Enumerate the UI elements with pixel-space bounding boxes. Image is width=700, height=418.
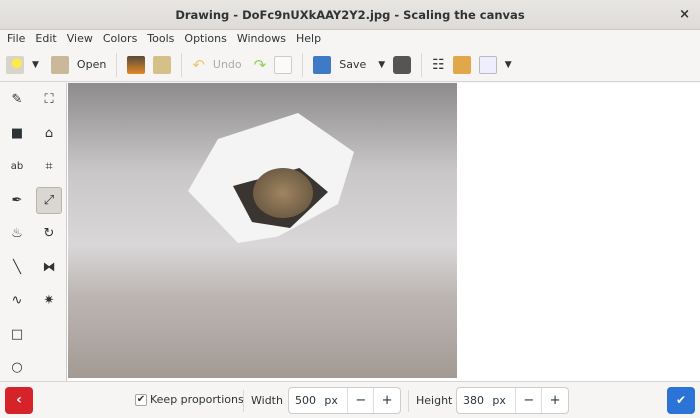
tool-circle[interactable]: ○ <box>1 351 33 385</box>
folder-icon <box>50 55 69 74</box>
toolbar: ▼ Open ↶ Undo ↷ Save ▼ ☷ ▼ <box>0 48 700 82</box>
tool-free-shape[interactable]: ⛶ <box>33 83 65 117</box>
height-decrease-button[interactable]: − <box>516 388 543 413</box>
open-button[interactable]: Open <box>45 51 112 79</box>
menu-colors[interactable]: Colors <box>98 30 142 48</box>
menu-edit[interactable]: Edit <box>30 30 61 48</box>
chevron-down-icon[interactable]: ▼ <box>378 60 385 70</box>
height-increase-button[interactable]: + <box>542 388 568 413</box>
apply-button[interactable]: ✔ <box>667 387 695 414</box>
canvas-area[interactable] <box>66 83 700 381</box>
scale-options-bar: ‹ ✔ Keep proportions Width 500 px − + Height… <box>0 381 700 418</box>
rectangle-select-icon: ■ <box>10 125 24 141</box>
new-image-icon <box>6 55 24 74</box>
separator <box>408 390 409 412</box>
height-input[interactable]: 380 <box>457 394 492 407</box>
cat <box>253 168 313 218</box>
line-icon: ╲ <box>13 259 21 275</box>
menu-tools[interactable]: Tools <box>142 30 179 48</box>
width-unit: px <box>324 388 349 413</box>
separator <box>302 52 304 77</box>
import-image-icon[interactable] <box>127 55 146 74</box>
tool-rotate[interactable]: ↻ <box>33 217 65 251</box>
rotate-icon: ↻ <box>43 226 55 242</box>
print-icon[interactable] <box>393 55 412 74</box>
undo-icon: ↶ <box>192 55 205 74</box>
tool-polygon[interactable]: ⌂ <box>33 117 65 151</box>
width-label: Width <box>251 394 283 407</box>
chevron-down-icon[interactable]: ▼ <box>505 60 512 70</box>
save-label: Save <box>339 58 367 71</box>
width-spinbutton[interactable]: 500 px − + <box>288 387 401 414</box>
title-bar: Drawing - DoFc9nUXkAAY2Y2.jpg - Scaling … <box>0 0 700 30</box>
width-input[interactable]: 500 <box>289 394 324 407</box>
edit-icon[interactable] <box>452 55 471 74</box>
new-button[interactable]: ▼ <box>0 51 45 79</box>
curve-icon: ∿ <box>11 293 23 309</box>
height-label: Height <box>416 394 453 407</box>
tool-paint-bucket[interactable]: ♨ <box>1 217 33 251</box>
tool-rectangle[interactable]: □ <box>1 318 33 352</box>
tool-line[interactable]: ╲ <box>1 251 33 285</box>
undo-label: Undo <box>212 58 242 71</box>
tools-panel: ✎ ⛶ ■ ⌂ ab ⌗ ✒ ⤢ ♨ ↻ ╲ ⧓ ∿ ✷ □ ○ <box>0 83 66 381</box>
menu-view[interactable]: View <box>62 30 98 48</box>
tool-text[interactable]: ab <box>1 150 33 184</box>
checkbox-icon: ✔ <box>135 393 147 406</box>
history-icon[interactable] <box>274 55 293 74</box>
keep-proportions-label: Keep proportions <box>150 393 244 406</box>
pencil-icon: ✎ <box>11 92 23 108</box>
tool-filters[interactable]: ✷ <box>33 284 65 318</box>
rectangle-icon: □ <box>10 326 24 342</box>
open-label: Open <box>76 58 107 71</box>
text-icon: ab <box>10 161 24 173</box>
polygon-icon: ⌂ <box>44 125 54 141</box>
paint-bucket-icon: ♨ <box>11 226 23 242</box>
width-decrease-button[interactable]: − <box>348 388 375 413</box>
color-picker-icon: ✒ <box>11 192 23 208</box>
tool-pencil[interactable]: ✎ <box>1 83 33 117</box>
separator <box>116 52 118 77</box>
separator <box>181 52 183 77</box>
undo-button[interactable]: ↶ Undo <box>186 51 247 79</box>
filters-icon: ✷ <box>43 293 55 309</box>
chevron-down-icon[interactable]: ▼ <box>32 60 39 70</box>
tool-curve[interactable]: ∿ <box>1 284 33 318</box>
separator <box>243 390 244 412</box>
keep-proportions-checkbox[interactable]: ✔ Keep proportions <box>135 393 244 406</box>
tool-scale[interactable]: ⤢ <box>36 186 62 214</box>
close-button[interactable]: × <box>679 0 690 30</box>
menu-windows[interactable]: Windows <box>232 30 291 48</box>
canvas-image[interactable] <box>68 83 457 378</box>
empty-slot <box>33 318 65 352</box>
cancel-button[interactable]: ‹ <box>5 387 33 414</box>
redo-icon[interactable]: ↷ <box>254 56 267 74</box>
flip-icon: ⧓ <box>42 259 56 275</box>
separator <box>421 52 423 77</box>
help-icon[interactable] <box>478 55 497 74</box>
tool-color-picker[interactable]: ✒ <box>1 184 33 218</box>
save-icon <box>313 55 332 74</box>
window-title: Drawing - DoFc9nUXkAAY2Y2.jpg - Scaling … <box>175 8 525 22</box>
crop-icon: ⌗ <box>45 159 53 175</box>
tool-crop[interactable]: ⌗ <box>33 150 65 184</box>
menu-help[interactable]: Help <box>291 30 326 48</box>
menu-bar: File Edit View Colors Tools Options Wind… <box>0 30 700 48</box>
height-unit: px <box>492 388 517 413</box>
paste-icon[interactable] <box>153 55 172 74</box>
tool-rectangle-select[interactable]: ■ <box>1 117 33 151</box>
menu-file[interactable]: File <box>2 30 30 48</box>
menu-options[interactable]: Options <box>179 30 231 48</box>
circle-icon: ○ <box>11 360 23 376</box>
tool-flip[interactable]: ⧓ <box>33 251 65 285</box>
save-button[interactable]: Save <box>307 51 372 79</box>
width-increase-button[interactable]: + <box>374 388 400 413</box>
options-list-icon[interactable]: ☷ <box>432 57 445 73</box>
scale-icon: ⤢ <box>43 192 55 208</box>
height-spinbutton[interactable]: 380 px − + <box>456 387 569 414</box>
free-shape-icon: ⛶ <box>44 92 54 108</box>
